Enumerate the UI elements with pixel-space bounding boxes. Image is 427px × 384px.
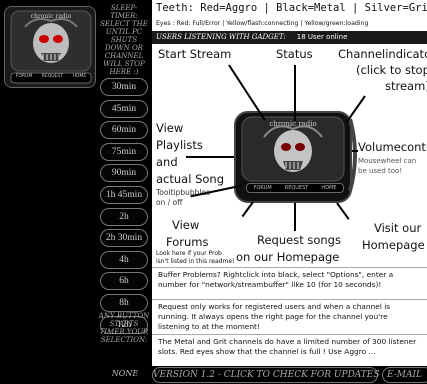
timer-button-4h[interactable]: 4h [100,250,148,269]
info-buffer-problems: Buffer Problems? Rightclick into black, … [152,267,427,299]
label-view-playlists-1: View [156,121,184,135]
timer-button-6h[interactable]: 6h [100,272,148,291]
arrow-request [294,203,296,231]
sleep-timer-title: SLEEP-TIMER: SELECT THE UNTIL PC SHUTS D… [100,4,148,76]
logo-request-button[interactable]: REQUEST [42,74,63,79]
timer-none-button[interactable]: NONE [100,366,150,382]
label-channel-click: (click to stop [356,63,427,77]
arrow-playlists [186,156,234,158]
player-button-bar: FORUM REQUEST HOME [246,183,344,193]
label-view-playlists-2: Playlists [156,138,203,152]
label-mousewheel-2: be used too! [358,167,403,175]
label-visit-1: Visit our [374,221,422,235]
timer-button-8h[interactable]: 8h [100,293,148,312]
volume-slider-icon[interactable] [348,115,362,195]
label-request-songs: Request songs [257,233,341,247]
listeners-bar: USERS LISTENING WITH GADGET: 18 User onl… [152,31,427,44]
bottom-bar: VERSION 1.2 - CLICK TO CHECK FOR UPDATES… [152,366,427,384]
label-channel-indicator: Channelindicator [338,47,427,61]
timer-button-2h30min[interactable]: 2h 30min [100,229,148,248]
timer-button-60min[interactable]: 60min [100,121,148,140]
label-prob-1: Look here if your Prob [156,250,222,257]
teeth-legend-text: Red=Aggro | Black=Metal | Silver=Grit [200,2,427,14]
check-updates-button[interactable]: VERSION 1.2 - CLICK TO CHECK FOR UPDATES [152,367,380,383]
email-button[interactable]: E-MAIL [382,367,427,383]
player-forum-button[interactable]: FORUM [253,185,271,191]
listeners-label: USERS LISTENING WITH GADGET: [156,33,286,41]
timer-button-75min[interactable]: 75min [100,142,148,161]
label-view-playlists-4: actual Song [156,172,224,186]
player-home-button[interactable]: HOME [321,185,336,191]
arrow-homepage [336,202,350,220]
listeners-count: 18 User online [296,33,348,41]
timer-button-1h45min[interactable]: 1h 45min [100,185,148,204]
label-tooltip-2: on / off [156,198,183,207]
sleep-timer-footer: ANY BUTTON STARTS TIMER YOUR SELECTION: [98,312,150,344]
skull-icon: chronic radio [241,116,345,182]
label-on-homepage: on our Homepage [236,250,340,264]
timer-button-45min[interactable]: 45min [100,99,148,118]
label-mousewheel-1: Mousewheel can [358,157,417,165]
logo-text: chronic radio [30,13,72,20]
arrow-volume [352,150,358,152]
info-request-note: Request only works for registered users … [152,299,427,334]
timer-button-30min[interactable]: 30min [100,78,148,96]
help-panel: Teeth: Red=Aggro | Black=Metal | Silver=… [152,0,427,384]
arrow-status [294,65,296,121]
label-volume-control: Volumecontrol [358,140,427,154]
logo-home-button[interactable]: HOME [73,74,87,79]
label-view-forums-1: View [172,218,200,232]
info-channel-slots: The Metal and Grit channels do have a li… [152,334,427,366]
label-view-playlists-3: and [156,155,178,169]
label-start-stream: Start Stream [158,47,232,61]
label-visit-2: Homepage [362,238,425,252]
label-status: Status [276,47,313,61]
player-request-button[interactable]: REQUEST [285,185,309,191]
teeth-legend: Teeth: Red=Aggro | Black=Metal | Silver=… [156,2,427,14]
sidebar: chronic radio FORUM REQUEST HOME SLEEP-T… [0,0,152,384]
timer-button-90min[interactable]: 90min [100,164,148,183]
logo-preview: chronic radio FORUM REQUEST HOME [4,6,96,88]
sleep-timer-list: 30min 45min 60min 75min 90min 1h 45min 2… [100,78,150,337]
label-prob-2: isn't listed in this readme! [156,258,235,265]
timer-button-2h[interactable]: 2h [100,207,148,226]
logo-forum-button[interactable]: FORUM [16,74,32,79]
label-channel-stop: stream) [385,79,427,93]
label-view-forums-2: Forums [166,235,209,249]
eyes-legend: Eyes : Red: Full/Error | Yellow/flash:co… [156,20,369,27]
teeth-prefix: Teeth: [156,2,194,14]
arrow-forums [241,201,254,218]
player-widget-preview: chronic radio FORUM REQUEST HOME [234,111,352,203]
